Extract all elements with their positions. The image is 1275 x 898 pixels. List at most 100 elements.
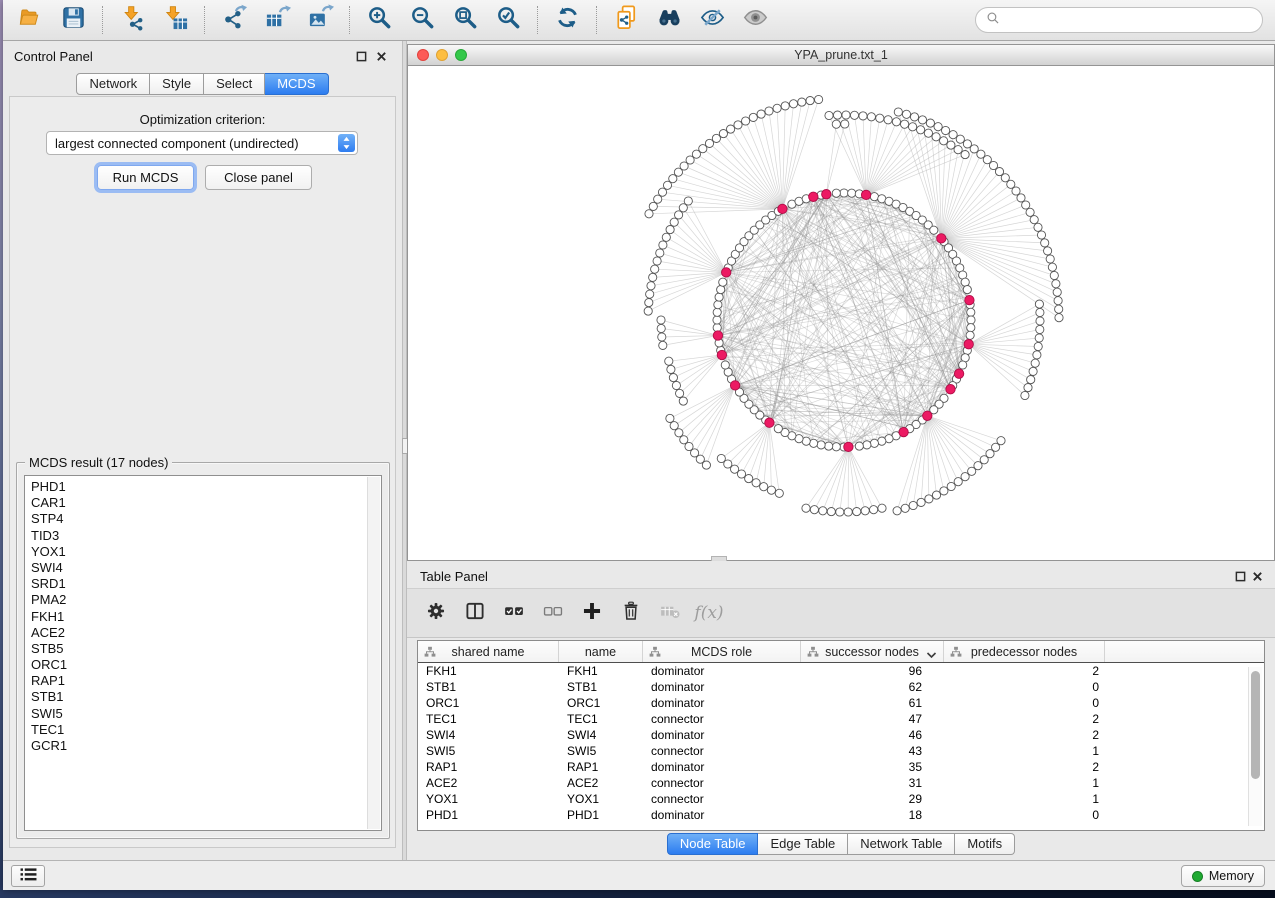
mcds-result-item[interactable]: PMA2 — [31, 592, 381, 608]
network-node[interactable] — [774, 425, 782, 433]
table-cell[interactable]: dominator — [643, 696, 801, 710]
criterion-dropdown[interactable]: largest connected component (undirected) — [46, 131, 358, 155]
network-leaf-node[interactable] — [1021, 391, 1029, 399]
network-leaf-node[interactable] — [802, 504, 810, 512]
network-leaf-node[interactable] — [917, 498, 925, 506]
share-document-button[interactable] — [610, 3, 643, 37]
table-scrollbar[interactable] — [1248, 667, 1262, 826]
table-cell[interactable]: SWI5 — [559, 744, 643, 758]
network-leaf-node[interactable] — [649, 273, 657, 281]
table-cell[interactable]: 0 — [944, 680, 1105, 694]
network-leaf-node[interactable] — [666, 414, 674, 422]
mcds-hub-node[interactable] — [954, 369, 963, 378]
search-network-button[interactable] — [653, 3, 686, 37]
network-leaf-node[interactable] — [646, 290, 654, 298]
mcds-result-item[interactable]: GCR1 — [31, 738, 381, 754]
network-leaf-node[interactable] — [665, 357, 673, 365]
network-leaf-node[interactable] — [659, 341, 667, 349]
mcds-hub-node[interactable] — [965, 295, 974, 304]
mcds-hub-node[interactable] — [809, 192, 818, 201]
network-leaf-node[interactable] — [892, 118, 900, 126]
table-cell[interactable]: connector — [643, 712, 801, 726]
network-node[interactable] — [963, 286, 971, 294]
network-leaf-node[interactable] — [1034, 342, 1042, 350]
network-node[interactable] — [967, 308, 975, 316]
panel-menu-button[interactable] — [11, 865, 45, 887]
network-leaf-node[interactable] — [956, 135, 964, 143]
network-leaf-node[interactable] — [1036, 325, 1044, 333]
network-node[interactable] — [967, 324, 975, 332]
network-leaf-node[interactable] — [894, 108, 902, 116]
search-input[interactable] — [1006, 12, 1252, 29]
table-panel-close-icon[interactable] — [1251, 570, 1264, 583]
network-leaf-node[interactable] — [657, 324, 665, 332]
network-leaf-node[interactable] — [798, 98, 806, 106]
tab-motifs[interactable]: Motifs — [955, 833, 1015, 855]
network-leaf-node[interactable] — [861, 507, 869, 515]
mcds-result-item[interactable]: SRD1 — [31, 576, 381, 592]
mcds-hub-node[interactable] — [861, 190, 870, 199]
network-leaf-node[interactable] — [926, 119, 934, 127]
network-leaf-node[interactable] — [1046, 255, 1054, 263]
table-cell[interactable]: FKH1 — [418, 664, 559, 678]
table-cell[interactable]: YOX1 — [418, 792, 559, 806]
add-row-button[interactable] — [575, 595, 609, 631]
table-cell[interactable]: 1 — [944, 776, 1105, 790]
mcds-hub-node[interactable] — [844, 442, 853, 451]
export-image-button[interactable] — [304, 3, 337, 37]
network-leaf-node[interactable] — [901, 120, 909, 128]
table-cell[interactable]: ORC1 — [559, 696, 643, 710]
network-leaf-node[interactable] — [841, 120, 849, 128]
network-leaf-node[interactable] — [745, 475, 753, 483]
network-leaf-node[interactable] — [1034, 223, 1042, 231]
network-node[interactable] — [825, 442, 833, 450]
network-leaf-node[interactable] — [647, 282, 655, 290]
network-leaf-node[interactable] — [961, 473, 969, 481]
mcds-hub-node[interactable] — [937, 234, 946, 243]
table-cell[interactable]: 2 — [944, 664, 1105, 678]
mcds-result-item[interactable]: PHD1 — [31, 479, 381, 495]
select-all-button[interactable] — [497, 595, 531, 631]
network-leaf-node[interactable] — [909, 123, 917, 131]
table-cell[interactable]: PHD1 — [418, 808, 559, 822]
network-leaf-node[interactable] — [810, 506, 818, 514]
table-cell[interactable]: ACE2 — [418, 776, 559, 790]
network-leaf-node[interactable] — [679, 397, 687, 405]
tab-select[interactable]: Select — [204, 73, 265, 95]
mcds-hub-node[interactable] — [822, 190, 831, 199]
network-node[interactable] — [848, 189, 856, 197]
network-leaf-node[interactable] — [662, 233, 670, 241]
network-leaf-node[interactable] — [942, 126, 950, 134]
network-node[interactable] — [855, 442, 863, 450]
network-leaf-node[interactable] — [925, 495, 933, 503]
network-leaf-node[interactable] — [1012, 187, 1020, 195]
network-node[interactable] — [719, 278, 727, 286]
table-cell[interactable]: 61 — [801, 696, 944, 710]
network-leaf-node[interactable] — [1054, 297, 1062, 305]
table-cell[interactable]: SWI4 — [418, 728, 559, 742]
network-leaf-node[interactable] — [680, 436, 688, 444]
network-leaf-node[interactable] — [884, 116, 892, 124]
network-node[interactable] — [959, 361, 967, 369]
mcds-result-item[interactable]: ACE2 — [31, 625, 381, 641]
mcds-result-item[interactable]: ORC1 — [31, 657, 381, 673]
network-leaf-node[interactable] — [1030, 216, 1038, 224]
table-cell[interactable]: 43 — [801, 744, 944, 758]
network-leaf-node[interactable] — [934, 123, 942, 131]
import-network-button[interactable] — [116, 3, 149, 37]
table-cell[interactable]: 47 — [801, 712, 944, 726]
column-header-predecessor-nodes[interactable]: predecessor nodes — [944, 641, 1105, 662]
network-node[interactable] — [715, 293, 723, 301]
network-leaf-node[interactable] — [825, 111, 833, 119]
network-leaf-node[interactable] — [649, 202, 657, 210]
mcds-result-item[interactable]: YOX1 — [31, 544, 381, 560]
network-leaf-node[interactable] — [954, 478, 962, 486]
table-row[interactable]: ORC1ORC1dominator610 — [418, 695, 1264, 711]
table-row[interactable]: ACE2ACE2connector311 — [418, 775, 1264, 791]
network-leaf-node[interactable] — [932, 491, 940, 499]
network-leaf-node[interactable] — [1044, 247, 1052, 255]
mcds-hub-node[interactable] — [713, 331, 722, 340]
network-leaf-node[interactable] — [781, 102, 789, 110]
table-cell[interactable]: 62 — [801, 680, 944, 694]
network-leaf-node[interactable] — [1033, 351, 1041, 359]
